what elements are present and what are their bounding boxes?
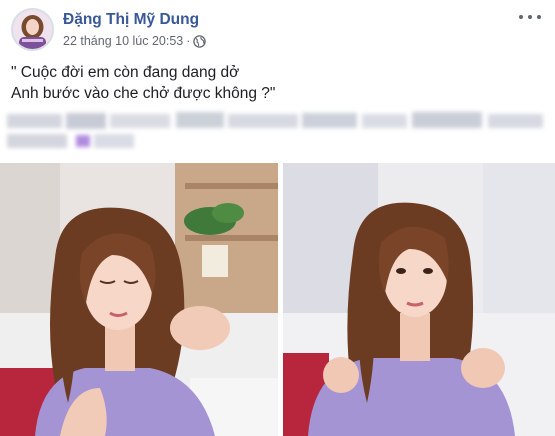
photo-left[interactable] — [0, 163, 278, 436]
caption-line: Anh bước vào che chở được không ?" — [11, 85, 276, 102]
post-caption: " Cuộc đời em còn đang dang dở Anh bước … — [11, 62, 275, 104]
author-name[interactable]: Đặng Thị Mỹ Dung — [63, 11, 199, 29]
author-avatar[interactable] — [11, 8, 54, 51]
facebook-post: Đặng Thị Mỹ Dung 22 tháng 10 lúc 20:53 ·… — [0, 0, 555, 436]
caption-line: " Cuộc đời em còn đang dang dở — [11, 64, 240, 81]
blurred-text — [0, 108, 555, 152]
globe-icon[interactable] — [193, 34, 207, 48]
post-meta: 22 tháng 10 lúc 20:53 · — [63, 34, 207, 48]
meta-separator: · — [186, 34, 191, 48]
post-timestamp[interactable]: 22 tháng 10 lúc 20:53 — [63, 34, 183, 48]
more-horizontal-icon[interactable] — [519, 10, 541, 24]
photo-right[interactable] — [283, 163, 555, 436]
